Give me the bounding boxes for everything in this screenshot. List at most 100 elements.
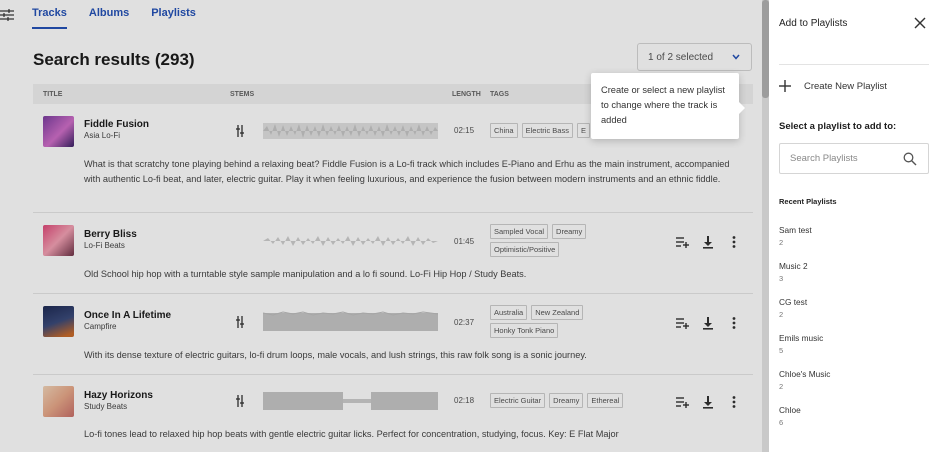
playlist-count: 5 [779,346,784,355]
waveform[interactable] [263,390,438,412]
scrollbar-thumb[interactable] [762,0,769,98]
tag[interactable]: Dreamy [549,393,584,408]
tag[interactable]: Australia [490,305,528,320]
album-art [43,116,74,147]
selection-label: 1 of 2 selected [648,52,714,63]
page-title: Search results (293) [33,50,195,69]
playlist-count: 2 [779,382,784,391]
playlist-name: Emils music [779,333,824,343]
search-icon[interactable] [903,152,917,166]
tag[interactable]: Sampled Vocal [490,224,549,239]
playlist-item[interactable]: Sam test 2 [779,225,812,247]
track-artist[interactable]: Asia Lo-Fi [84,131,120,140]
playlist-name: Sam test [779,225,812,235]
track-artist[interactable]: Campfire [84,322,116,331]
playlist-name: Music 2 [779,261,808,271]
track-length: 02:15 [454,126,475,135]
track-length: 02:18 [454,396,475,405]
playlist-name: Chloe [779,405,801,415]
column-length: LENGTH [452,91,481,98]
selection-dropdown[interactable]: 1 of 2 selected [637,43,752,71]
album-art [43,225,74,256]
tab-playlists[interactable]: Playlists [151,7,196,29]
playlist-count: 2 [779,310,784,319]
playlist-count: 3 [779,274,784,283]
panel-title: Add to Playlists [779,18,848,29]
waveform[interactable] [263,230,438,252]
download-icon[interactable] [701,395,715,409]
filter-sliders-icon[interactable] [0,8,14,22]
playlist-count: 6 [779,418,784,427]
album-art [43,386,74,417]
tag[interactable]: Electric Bass [521,123,573,138]
search-input[interactable] [780,144,900,173]
plus-icon [779,80,791,92]
playlist-search [779,143,929,174]
playlist-item[interactable]: CG test 2 [779,297,807,319]
waveform[interactable] [263,311,438,333]
track-title[interactable]: Once In A Lifetime [84,310,171,321]
tag[interactable]: E [576,123,590,138]
more-options-icon[interactable] [727,395,741,409]
tag-list: Electric Guitar Dreamy Ethereal [490,393,640,408]
create-playlist-button[interactable]: Create New Playlist [779,80,887,92]
close-icon[interactable] [914,17,926,29]
table-row[interactable]: Hazy Horizons Study Beats 02:18 Electric… [33,375,753,452]
track-title[interactable]: Berry Bliss [84,229,137,240]
more-options-icon[interactable] [727,235,741,249]
tab-albums[interactable]: Albums [89,7,129,29]
tag[interactable]: Dreamy [552,224,587,239]
track-title[interactable]: Fiddle Fusion [84,119,149,130]
stems-icon[interactable] [235,395,245,407]
row-actions [675,395,741,409]
recent-playlists-heading: Recent Playlists [779,197,837,206]
track-title[interactable]: Hazy Horizons [84,390,153,401]
tag[interactable]: Optimistic/Positive [490,242,560,257]
stems-icon[interactable] [235,125,245,137]
tag[interactable]: China [490,123,518,138]
tab-tracks[interactable]: Tracks [32,7,67,29]
add-to-playlist-icon[interactable] [675,395,689,409]
download-icon[interactable] [701,235,715,249]
playlist-item[interactable]: Music 2 3 [779,261,808,283]
select-playlist-label: Select a playlist to add to: [779,121,897,132]
table-row[interactable]: Once In A Lifetime Campfire 02:37 Austra… [33,294,753,375]
column-stems: STEMS [230,91,255,98]
column-title: TITLE [43,91,63,98]
chevron-down-icon [732,54,740,60]
add-to-playlist-icon[interactable] [675,235,689,249]
track-description: With its dense texture of electric guita… [84,350,587,360]
playlist-item[interactable]: Chloe's Music 2 [779,369,830,391]
playlist-name: Chloe's Music [779,369,831,379]
tag-list: Australia New Zealand Honky Tonk Piano [490,305,640,338]
track-description: Lo-fi tones lead to relaxed hip hop beat… [84,429,619,439]
playlist-item[interactable]: Chloe 6 [779,405,801,427]
tag[interactable]: Electric Guitar [490,393,546,408]
add-to-playlists-panel: Add to Playlists Create New Playlist Sel… [769,0,936,452]
tag[interactable]: Honky Tonk Piano [490,323,559,338]
column-tags: TAGS [490,91,509,98]
main-area: Tracks Albums Playlists Search results (… [0,0,769,452]
waveform[interactable] [263,120,438,142]
download-icon[interactable] [701,316,715,330]
row-actions [675,235,741,249]
track-length: 02:37 [454,318,475,327]
track-description: Old School hip hop with a turntable styl… [84,269,527,279]
tab-bar: Tracks Albums Playlists [32,7,196,29]
track-description: What is that scratchy tone playing behin… [84,159,730,184]
playlist-item[interactable]: Emils music 5 [779,333,823,355]
add-to-playlist-icon[interactable] [675,316,689,330]
playlist-count: 2 [779,238,784,247]
playlist-tooltip: Create or select a new playlist to chang… [591,73,745,139]
track-artist[interactable]: Study Beats [84,402,127,411]
track-artist[interactable]: Lo-Fi Beats [84,241,125,250]
create-playlist-label: Create New Playlist [804,80,887,92]
track-length: 01:45 [454,237,475,246]
table-row[interactable]: Berry Bliss Lo-Fi Beats 01:45 Sampled Vo… [33,213,753,294]
divider [779,64,929,65]
stems-icon[interactable] [235,316,245,328]
tag[interactable]: Ethereal [587,393,624,408]
tag[interactable]: New Zealand [531,305,584,320]
more-options-icon[interactable] [727,316,741,330]
playlist-name: CG test [779,297,808,307]
